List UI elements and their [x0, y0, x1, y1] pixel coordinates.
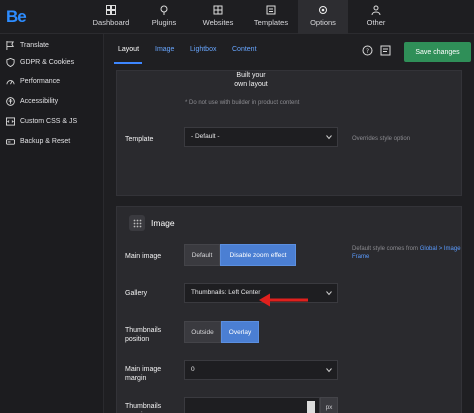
thumbnails-position-toggle: Outside Overlay: [184, 321, 259, 343]
nav-templates[interactable]: Templates: [246, 0, 296, 34]
thumbnails-margin-input[interactable]: [184, 397, 320, 413]
shield-icon: [6, 57, 15, 67]
other-icon: [371, 5, 381, 15]
template-label: Template: [125, 136, 154, 143]
main-image-help-text: Default style comes from: [352, 246, 419, 252]
main-image-option-disable-zoom[interactable]: Disable zoom effect: [220, 244, 296, 266]
thumbnails-option-outside[interactable]: Outside: [184, 321, 221, 343]
flag-icon: [6, 40, 14, 50]
tab-image[interactable]: Image: [155, 46, 174, 53]
template-icon: [266, 5, 276, 15]
sidebar-item-label: Translate: [20, 41, 49, 49]
main-content: Layout Image Lightbox Content ? Save cha…: [104, 34, 474, 413]
image-section-title: Image: [151, 218, 175, 228]
nav-options-label: Options: [310, 18, 336, 27]
chevron-down-icon: [326, 135, 332, 140]
top-bar: Be Dashboard Plugins Websites Templates …: [0, 0, 474, 34]
nav-dashboard-label: Dashboard: [92, 18, 130, 27]
main-image-label: Main image: [125, 253, 162, 260]
tab-layout[interactable]: Layout: [118, 46, 139, 53]
active-tab-indicator: [114, 62, 142, 64]
main-image-option-default[interactable]: Default: [184, 244, 220, 266]
main-image-margin-label: Main image margin: [125, 365, 161, 383]
nav-websites-label: Websites: [202, 18, 234, 27]
main-image-margin-select[interactable]: 0: [184, 360, 338, 380]
svg-text:?: ?: [366, 48, 369, 55]
brand-logo[interactable]: Be: [6, 7, 27, 27]
nav-plugins[interactable]: Plugins: [140, 0, 188, 34]
number-stepper-icon[interactable]: [307, 401, 315, 413]
nav-templates-label: Templates: [253, 18, 289, 27]
nav-other-label: Other: [366, 18, 386, 27]
built-layout-label: Built your own layout: [221, 71, 281, 89]
sidebar-item-translate[interactable]: Translate: [6, 38, 49, 52]
sidebar-item-custom-css-js[interactable]: Custom CSS & JS: [6, 114, 77, 128]
thumbnails-position-line1: Thumbnails: [125, 327, 162, 334]
thumbnails-margin-line1: Thumbnails: [125, 403, 162, 410]
accessibility-icon: [6, 96, 15, 106]
thumbnails-margin-label: Thumbnails margin: [125, 402, 161, 413]
chevron-down-icon: [326, 291, 332, 296]
sidebar-item-label: Performance: [20, 77, 61, 85]
main-image-help: Default style comes from Global > Image …: [352, 245, 462, 261]
built-layout-line1: Built your: [236, 72, 266, 79]
dashboard-icon: [106, 5, 116, 15]
gallery-label: Gallery: [125, 290, 148, 297]
plugin-icon: [160, 5, 168, 15]
builder-note: * Do not use with builder in product con…: [185, 100, 300, 106]
save-changes-button[interactable]: Save changes: [404, 42, 471, 62]
sidebar-item-accessibility[interactable]: Accessibility: [6, 94, 58, 108]
gear-icon: [319, 6, 327, 14]
template-select-value: - Default -: [191, 133, 220, 140]
nav-options[interactable]: Options: [298, 0, 348, 34]
layout-panel: Built your own layout * Do not use with …: [116, 70, 462, 196]
template-select[interactable]: - Default -: [184, 127, 338, 147]
nav-websites[interactable]: Websites: [192, 0, 244, 34]
thumbnails-position-label: Thumbnails position: [125, 326, 161, 344]
gauge-icon: [6, 79, 15, 84]
sidebar: Translate GDPR & Cookies Performance Acc…: [0, 34, 104, 413]
backup-icon: [6, 138, 15, 145]
gallery-select-value: Thumbnails: Left Center: [191, 289, 261, 296]
main-image-toggle: Default Disable zoom effect: [184, 244, 296, 266]
unit-selector[interactable]: px: [320, 397, 338, 413]
nav-plugins-label: Plugins: [151, 18, 177, 27]
sidebar-item-label: Backup & Reset: [20, 137, 71, 145]
globe-icon: [213, 5, 223, 15]
nav-dashboard[interactable]: Dashboard: [84, 0, 138, 34]
sidebar-item-performance[interactable]: Performance: [6, 74, 60, 88]
code-icon: [6, 116, 15, 126]
image-section-header: Image: [129, 215, 175, 231]
sidebar-item-backup-reset[interactable]: Backup & Reset: [6, 134, 70, 148]
grid-icon: [129, 215, 145, 231]
sidebar-item-label: GDPR & Cookies: [20, 58, 75, 66]
built-layout-line2: own layout: [234, 81, 268, 88]
notes-icon[interactable]: [380, 45, 391, 56]
image-panel: Image Main image Default Disable zoom ef…: [116, 206, 462, 413]
main-image-margin-line2: margin: [125, 375, 147, 382]
annotation-arrow-icon: [259, 293, 308, 307]
nav-other[interactable]: Other: [352, 0, 400, 34]
thumbnails-position-line2: position: [125, 336, 150, 343]
main-image-margin-value: 0: [191, 366, 195, 373]
chevron-down-icon: [326, 368, 332, 373]
sidebar-item-label: Custom CSS & JS: [20, 117, 78, 125]
sidebar-item-label: Accessibility: [20, 97, 59, 105]
help-icon[interactable]: ?: [362, 45, 373, 56]
main-image-margin-line1: Main image: [125, 366, 162, 373]
sub-tabs: Layout Image Lightbox Content ? Save cha…: [104, 34, 474, 66]
tab-lightbox[interactable]: Lightbox: [190, 46, 216, 53]
sidebar-item-gdpr[interactable]: GDPR & Cookies: [6, 55, 74, 69]
tab-content[interactable]: Content: [232, 46, 257, 53]
thumbnails-option-overlay[interactable]: Overlay: [221, 321, 259, 343]
template-help: Overrides style option: [352, 136, 411, 142]
